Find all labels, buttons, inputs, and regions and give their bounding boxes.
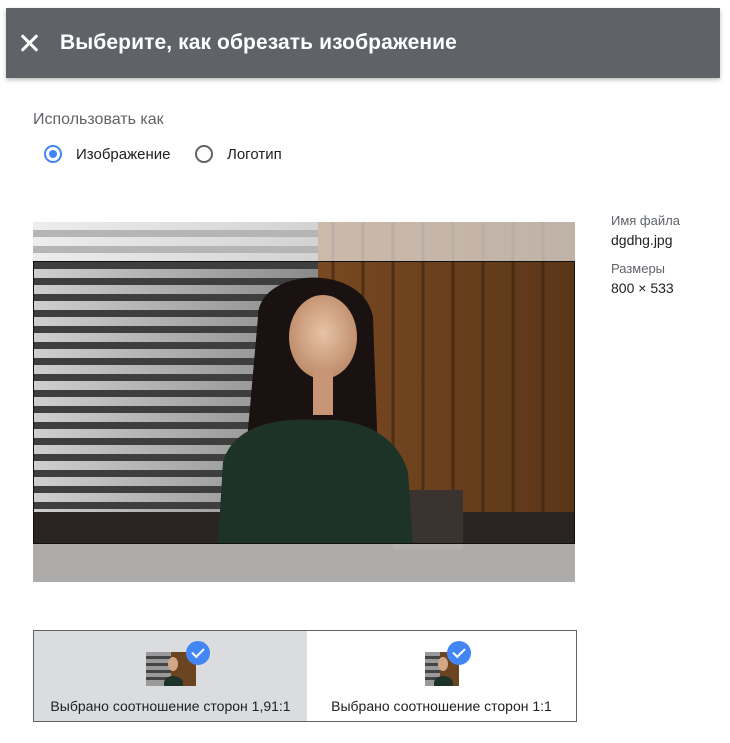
radio-logo-option[interactable]: Логотип <box>195 145 282 163</box>
crop-mask-bottom <box>33 544 575 582</box>
filename-value: dgdhg.jpg <box>611 232 673 248</box>
dimensions-value: 800 × 533 <box>611 280 674 296</box>
preview-photo <box>33 222 575 582</box>
radio-image-option[interactable]: Изображение <box>44 145 171 163</box>
radio-image-label: Изображение <box>76 145 171 163</box>
filename-label: Имя файла <box>611 213 680 228</box>
aspect-ratio-1-1-label: Выбрано соотношение сторон 1:1 <box>331 698 552 714</box>
aspect-ratio-1-91-label: Выбрано соотношение сторон 1,91:1 <box>50 698 291 714</box>
radio-logo[interactable] <box>195 145 213 163</box>
radio-image[interactable] <box>44 145 62 163</box>
check-icon <box>185 641 210 665</box>
crop-mask-top <box>33 222 575 261</box>
radio-logo-label: Логотип <box>227 145 282 163</box>
thumb-wrap <box>145 641 210 686</box>
aspect-ratio-1-1-option[interactable]: Выбрано соотношение сторон 1:1 <box>307 631 576 721</box>
close-icon[interactable] <box>18 32 40 54</box>
dialog-header: Выберите, как обрезать изображение <box>6 8 720 78</box>
dimensions-label: Размеры <box>611 261 666 276</box>
check-icon <box>446 641 471 665</box>
thumb-wrap <box>424 641 471 686</box>
crop-preview[interactable] <box>33 222 575 582</box>
dialog-title: Выберите, как обрезать изображение <box>60 31 457 54</box>
use-as-label: Использовать как <box>33 111 164 128</box>
aspect-ratio-selector: Выбрано соотношение сторон 1,91:1 Выбран… <box>33 630 577 722</box>
aspect-ratio-1-91-option[interactable]: Выбрано соотношение сторон 1,91:1 <box>34 631 307 721</box>
